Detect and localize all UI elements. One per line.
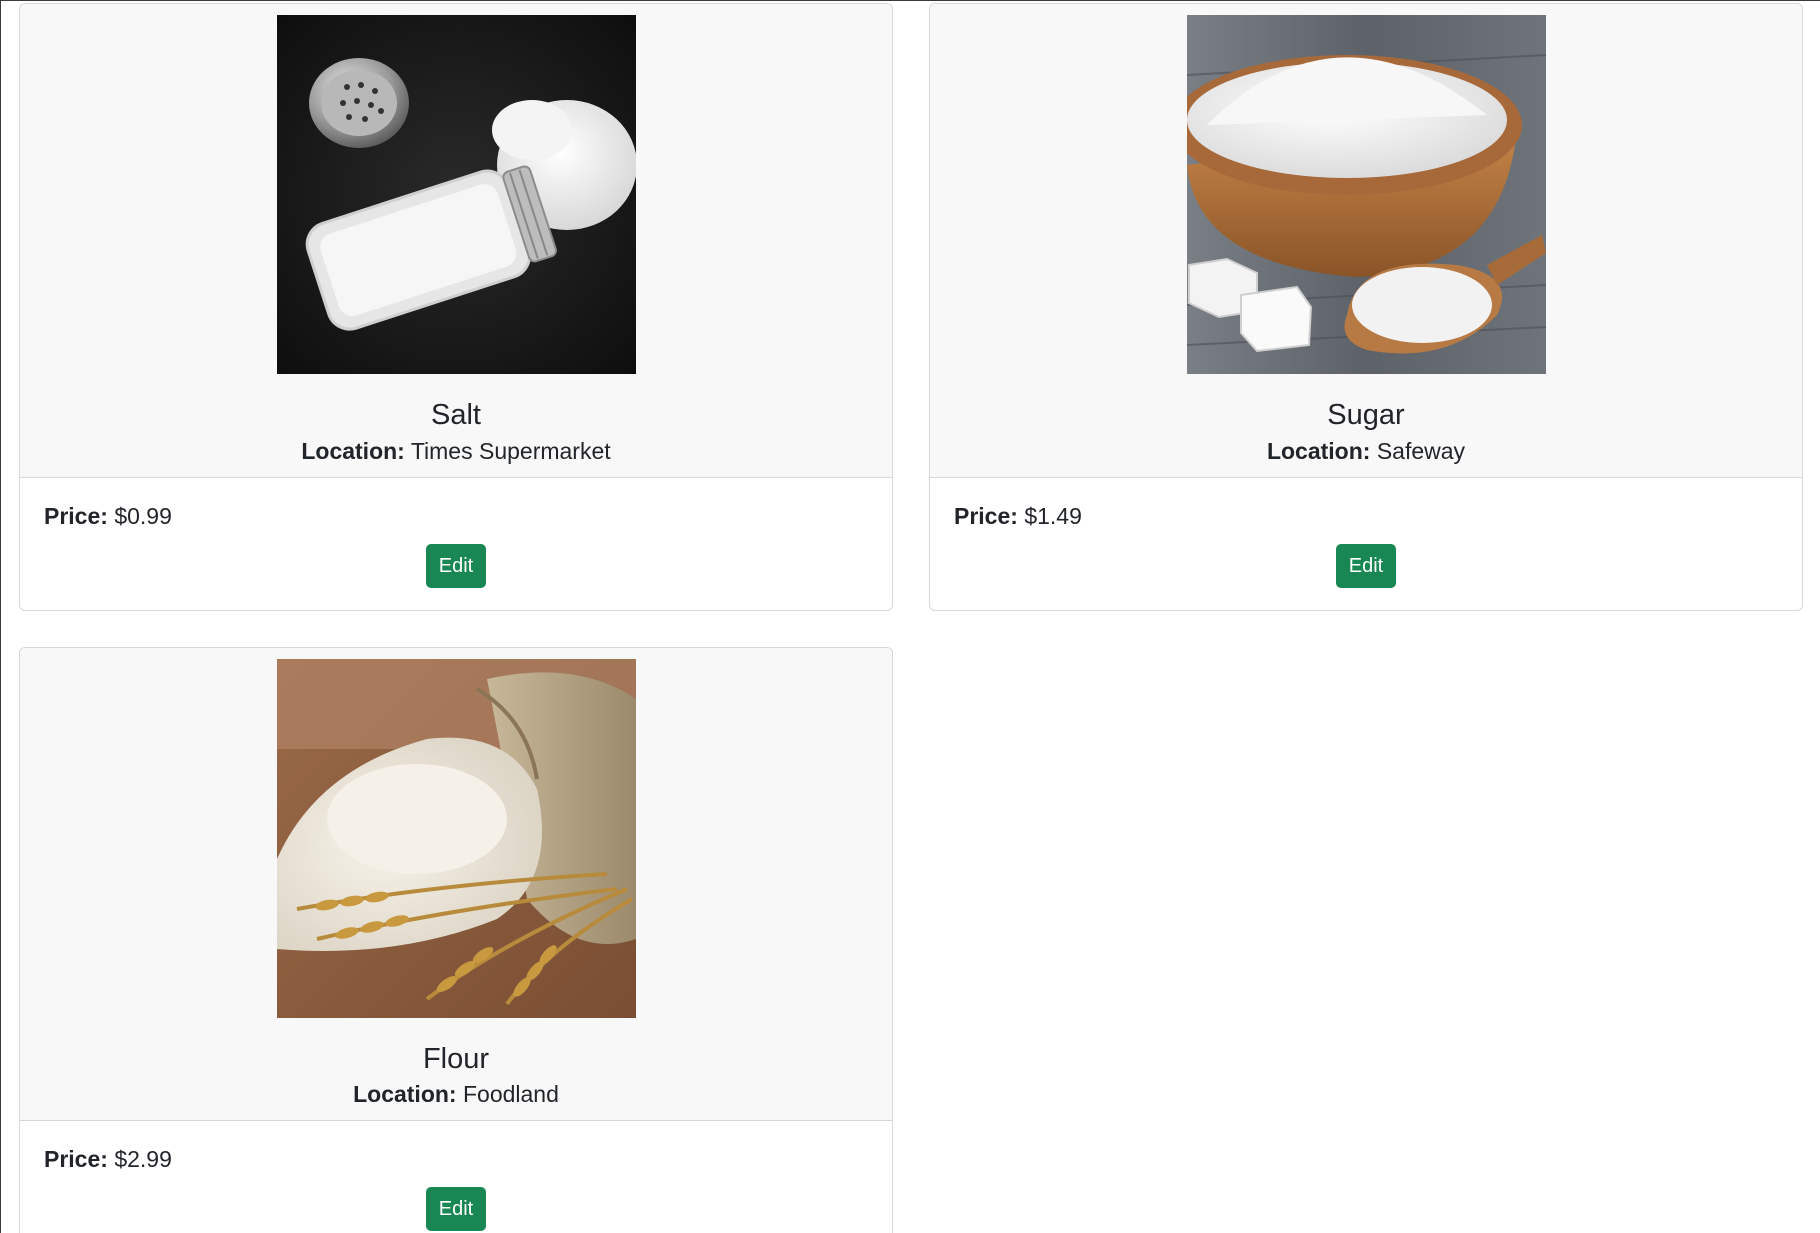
product-name: Flour [422,1042,490,1075]
card-header: Flour Location: Foodland [20,647,892,1122]
card-body: Price: $2.99 Edit [20,1121,892,1233]
page: Salt Location: Times Supermarket Price: … [0,0,1820,1233]
price-label: Price: [44,1146,108,1173]
card-header: Sugar Location: Safeway [930,4,1802,478]
product-name: Salt [431,399,481,431]
product-card: Sugar Location: Safeway Price: $1.49 Edi… [929,3,1803,611]
product-card: Salt Location: Times Supermarket Price: … [19,3,893,611]
sugar-image [1186,15,1546,374]
location-value: Times Supermarket [410,437,611,464]
price-value: $1.49 [1024,502,1082,529]
price-label: Price: [954,502,1018,529]
product-card: Flour Location: Foodland Price: $2.99 Ed… [19,646,893,1233]
product-location: Location: Safeway [930,437,1802,467]
price-value: $2.99 [114,1146,172,1173]
button-wrapper: Edit [44,543,868,588]
location-value: Foodland [462,1081,559,1108]
product-location: Location: Foodland [20,1080,892,1110]
button-wrapper: Edit [954,543,1778,588]
location-label: Location: [301,437,405,464]
edit-button[interactable]: Edit [1335,543,1397,588]
price-label: Price: [44,502,108,529]
location-value: Safeway [1376,437,1466,464]
product-price: Price: $1.49 [954,502,1778,532]
location-label: Location: [353,1081,457,1108]
product-location: Location: Times Supermarket [20,437,892,467]
product-name: Sugar [1327,399,1405,431]
edit-button[interactable]: Edit [425,543,487,588]
product-grid: Salt Location: Times Supermarket Price: … [19,3,1803,1233]
location-label: Location: [1266,437,1371,464]
product-price: Price: $0.99 [44,502,868,532]
card-body: Price: $1.49 Edit [930,478,1802,610]
price-value: $0.99 [114,502,172,529]
button-wrapper: Edit [44,1187,868,1232]
card-body: Price: $0.99 Edit [20,478,892,610]
flour-image [276,658,636,1018]
product-price: Price: $2.99 [44,1145,868,1175]
salt-image [276,15,636,374]
card-header: Salt Location: Times Supermarket [20,4,892,478]
edit-button[interactable]: Edit [425,1187,487,1232]
